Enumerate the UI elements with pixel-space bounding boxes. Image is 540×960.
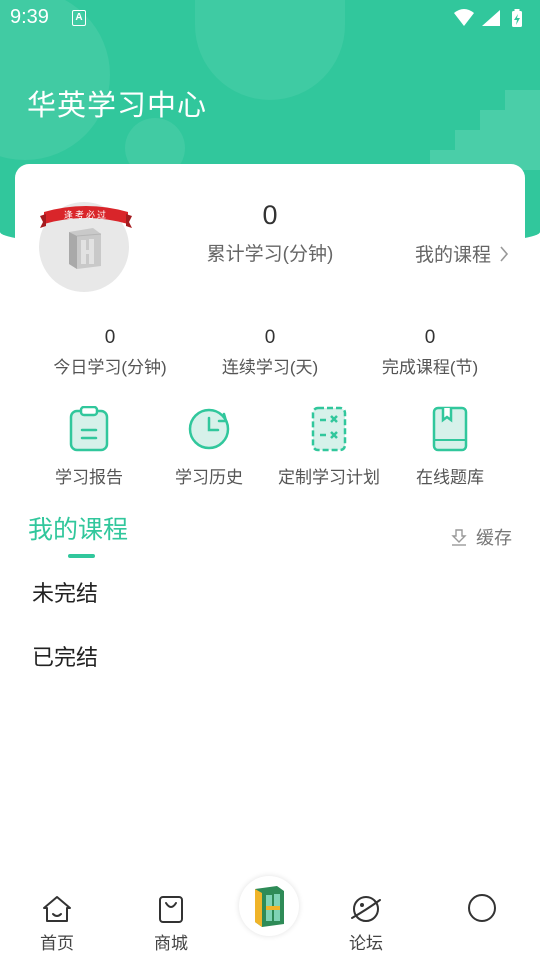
profile-circle-icon bbox=[468, 894, 496, 922]
chevron-right-icon bbox=[500, 245, 509, 262]
status-bar: 9:39 A bbox=[0, 0, 540, 36]
nav-label: 商城 bbox=[154, 934, 188, 953]
status-icons bbox=[454, 9, 522, 27]
decor-steps-icon bbox=[430, 90, 540, 170]
feature-question-bank[interactable]: 在线题库 bbox=[390, 406, 510, 488]
feature-study-report[interactable]: 学习报告 bbox=[29, 405, 149, 488]
my-courses-title[interactable]: 我的课程 bbox=[28, 510, 128, 546]
stat-streak: 0 连续学习(天) bbox=[190, 327, 350, 378]
feature-label: 定制学习计划 bbox=[278, 468, 380, 487]
app-logo-icon bbox=[69, 228, 102, 269]
feature-label: 学习历史 bbox=[175, 468, 243, 487]
stat-label: 连续学习(天) bbox=[221, 358, 319, 377]
stat-label: 完成课程(节) bbox=[381, 358, 479, 377]
ribbon-text: 逢考必过 bbox=[63, 210, 108, 220]
home-icon bbox=[43, 896, 71, 922]
feature-label: 在线题库 bbox=[416, 468, 484, 487]
feature-custom-plan[interactable]: 定制学习计划 bbox=[269, 406, 389, 488]
signal-icon bbox=[482, 10, 500, 26]
planet-icon bbox=[351, 896, 381, 922]
download-icon bbox=[451, 529, 467, 546]
bottom-nav: 首页 商城 论坛 bbox=[0, 876, 540, 960]
feature-label: 学习报告 bbox=[55, 468, 123, 487]
total-study-label: 累计学习(分钟) bbox=[206, 244, 334, 265]
cache-button[interactable]: 缓存 bbox=[450, 524, 512, 550]
nav-label: 论坛 bbox=[349, 934, 383, 953]
plan-icon bbox=[311, 406, 347, 452]
wifi-icon bbox=[454, 9, 474, 26]
nav-home[interactable]: 首页 bbox=[17, 894, 97, 954]
profile-card: 逢考必过 0 累计学习(分钟) 我的课程 0 今日学习(分钟) 0 连续学习(天… bbox=[15, 164, 525, 510]
page-title: 华英学习中心 bbox=[27, 90, 208, 122]
tab-indicator bbox=[68, 554, 95, 558]
feature-study-history[interactable]: 学习历史 bbox=[149, 406, 269, 488]
nav-profile[interactable] bbox=[442, 894, 522, 929]
app-logo-icon bbox=[255, 886, 284, 927]
list-item-finished[interactable]: 已完结 bbox=[32, 640, 98, 672]
nav-forum[interactable]: 论坛 bbox=[326, 894, 406, 954]
total-study-minutes: 0 bbox=[262, 200, 278, 230]
shopping-bag-icon bbox=[159, 896, 183, 923]
stat-value: 0 bbox=[264, 327, 276, 348]
clock-history-icon bbox=[188, 408, 230, 450]
nav-center-logo[interactable] bbox=[239, 876, 299, 936]
stat-label: 今日学习(分钟) bbox=[53, 358, 167, 377]
status-time: 9:39 bbox=[10, 6, 49, 28]
nav-shop[interactable]: 商城 bbox=[131, 894, 211, 954]
notification-icon: A bbox=[72, 10, 86, 26]
my-courses-label: 我的课程 bbox=[414, 245, 491, 266]
list-item-unfinished[interactable]: 未完结 bbox=[32, 576, 98, 608]
stat-completed: 0 完成课程(节) bbox=[350, 327, 510, 378]
clipboard-icon bbox=[69, 405, 109, 452]
cache-label: 缓存 bbox=[476, 528, 512, 548]
stat-value: 0 bbox=[424, 327, 436, 348]
book-icon bbox=[432, 406, 468, 452]
stat-today: 0 今日学习(分钟) bbox=[30, 327, 190, 378]
my-courses-link[interactable]: 我的课程 bbox=[415, 240, 509, 267]
nav-label: 首页 bbox=[40, 934, 74, 953]
stat-value: 0 bbox=[104, 327, 116, 348]
